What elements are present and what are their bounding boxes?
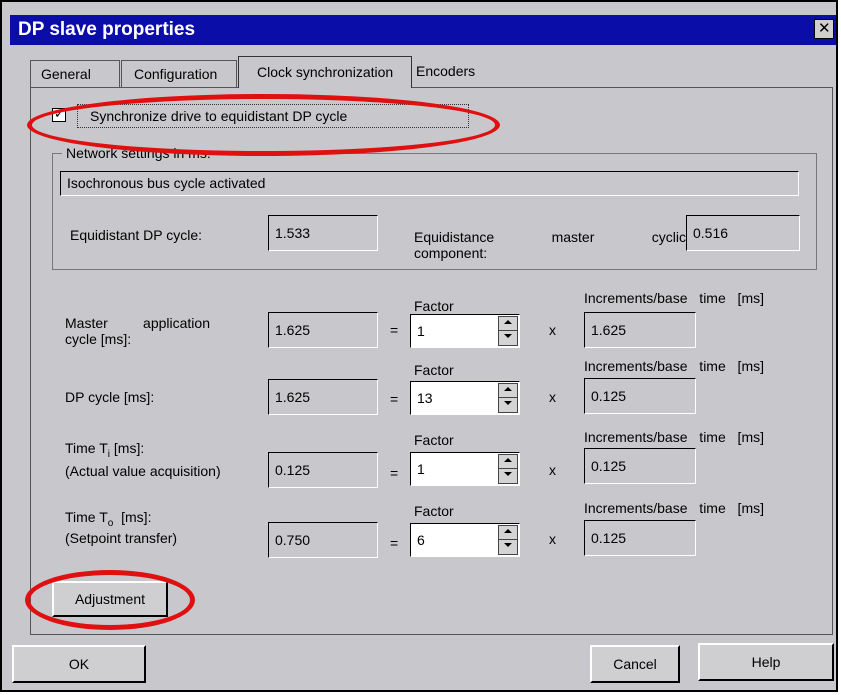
arrow-up-icon [504, 458, 512, 462]
arrow-up-icon [504, 387, 512, 391]
spin-down-button[interactable] [499, 398, 517, 412]
equals-sign: = [390, 322, 399, 338]
arrow-down-icon [504, 472, 512, 476]
master-app-cycle-label: Master application [65, 315, 210, 331]
increments-label: Increments/base time [ms] [584, 429, 764, 445]
sync-checkbox[interactable]: ✓ [52, 106, 66, 122]
master-app-cycle-label-2: cycle [ms]: [65, 331, 132, 347]
factor-label: Factor [414, 362, 454, 378]
multiply-sign: x [549, 322, 556, 338]
equidistant-dp-cycle-label: Equidistant DP cycle: [70, 227, 203, 243]
network-settings-label: Network settings in ms: [62, 145, 215, 161]
arrow-up-icon [504, 529, 512, 533]
multiply-sign: x [549, 531, 556, 547]
arrow-up-icon [504, 320, 512, 324]
sync-checkbox-label[interactable]: Synchronize drive to equidistant DP cycl… [77, 104, 469, 128]
close-icon: ✕ [818, 20, 831, 37]
network-status-field: Isochronous bus cycle activated [60, 171, 799, 196]
time-to-label-2: (Setpoint transfer) [65, 530, 178, 546]
tab-general[interactable]: General [30, 60, 120, 87]
spin-up-button[interactable] [499, 526, 517, 540]
tab-label: Clock synchronization [257, 64, 394, 80]
time-ti-field: 0.125 [268, 452, 378, 488]
factor-label: Factor [414, 298, 454, 314]
tab-label: Configuration [134, 66, 218, 82]
arrow-down-icon [504, 543, 512, 547]
tab-clock-synchronization[interactable]: Clock synchronization [238, 56, 412, 88]
equidistance-master-field: 0.516 [686, 215, 800, 251]
factor-master-app-spinner[interactable] [498, 316, 518, 346]
equidistant-dp-cycle-field: 1.533 [268, 215, 378, 251]
multiply-sign: x [549, 462, 556, 478]
spin-up-button[interactable] [499, 384, 517, 398]
arrow-down-icon [504, 334, 512, 338]
increments-time-to-field: 0.125 [584, 520, 696, 556]
equals-sign: = [390, 535, 399, 551]
factor-dp-cycle-spinner[interactable] [498, 383, 518, 413]
multiply-sign: x [549, 389, 556, 405]
ok-button[interactable]: OK [12, 645, 146, 683]
equals-sign: = [390, 391, 399, 407]
master-app-cycle-field: 1.625 [268, 312, 378, 348]
adjustment-button[interactable]: Adjustment [52, 581, 168, 617]
time-ti-label: Time Ti [ms]: [65, 440, 145, 460]
tab-encoders[interactable]: Encoders [416, 63, 475, 79]
increments-dp-cycle-field: 0.125 [584, 378, 696, 414]
factor-label: Factor [414, 503, 454, 519]
factor-time-ti-spinner[interactable] [498, 454, 518, 484]
cancel-button[interactable]: Cancel [590, 645, 680, 683]
factor-time-to-spinner[interactable] [498, 525, 518, 555]
spin-down-button[interactable] [499, 469, 517, 483]
equidistance-master-label-2: component: [414, 245, 488, 261]
equals-sign: = [390, 465, 399, 481]
increments-label: Increments/base time [ms] [584, 500, 764, 516]
title-bar[interactable]: DP slave properties ✕ [10, 15, 836, 45]
spin-down-button[interactable] [499, 540, 517, 554]
close-button[interactable]: ✕ [814, 19, 834, 39]
spin-up-button[interactable] [499, 455, 517, 469]
tab-label: Encoders [416, 63, 476, 79]
tab-configuration[interactable]: Configuration [121, 60, 237, 87]
help-button[interactable]: Help [698, 643, 834, 681]
increments-master-app-field: 1.625 [584, 312, 696, 348]
increments-time-ti-field: 0.125 [584, 448, 696, 484]
time-ti-label-2: (Actual value acquisition) [65, 463, 221, 479]
tab-label: General [41, 66, 91, 82]
time-to-field: 0.750 [268, 522, 378, 558]
spin-up-button[interactable] [499, 317, 517, 331]
arrow-down-icon [504, 401, 512, 405]
dp-cycle-field: 1.625 [268, 379, 378, 415]
dp-cycle-label: DP cycle [ms]: [65, 389, 155, 405]
check-icon: ✓ [54, 106, 65, 121]
time-to-label: Time To [ms]: [65, 509, 152, 529]
dialog-title: DP slave properties [18, 19, 196, 40]
factor-label: Factor [414, 432, 454, 448]
equidistance-master-label: Equidistance master cyclic [414, 229, 686, 245]
spin-down-button[interactable] [499, 331, 517, 345]
increments-label: Increments/base time [ms] [584, 290, 764, 306]
increments-label: Increments/base time [ms] [584, 358, 764, 374]
